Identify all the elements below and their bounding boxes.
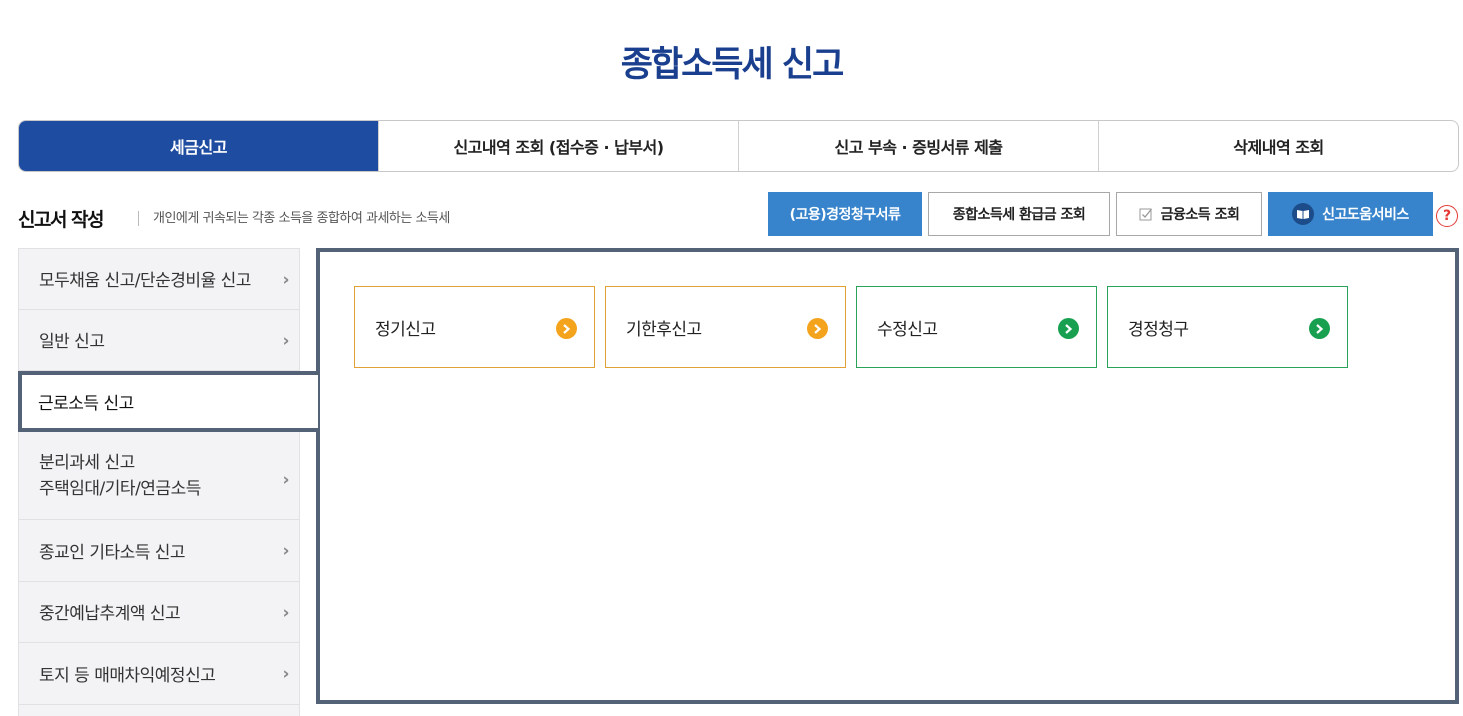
- amended-filing-card[interactable]: 수정신고: [856, 286, 1097, 368]
- help-service-label: 신고도움서비스: [1322, 207, 1409, 223]
- claim-documents-button[interactable]: (고용)경정청구서류: [768, 192, 922, 236]
- filing-side-menu: 모두채움 신고/단순경비율 신고 › 일반 신고 › 근로소득 신고 분리과세 …: [18, 248, 318, 716]
- side-item-label-line2: 주택임대/기타/연금소득: [39, 478, 201, 499]
- side-item-label-line1: 분리과세 신고: [39, 452, 135, 473]
- chevron-right-icon: ›: [282, 541, 289, 562]
- section-description: 개인에게 귀속되는 각종 소득을 종합하여 과세하는 소득세: [138, 211, 450, 226]
- side-item-separate-taxation[interactable]: 분리과세 신고 주택임대/기타/연금소득 ›: [18, 432, 300, 520]
- side-item-label: 분리과세 신고 주택임대/기타/연금소득: [39, 450, 201, 502]
- arrow-right-circle-icon: [556, 318, 577, 339]
- tab-filing-history[interactable]: 신고내역 조회 (접수증 · 납부서): [378, 121, 738, 171]
- side-item-interim-prepayment[interactable]: 중간예납추계액 신고 ›: [18, 581, 300, 643]
- side-item-religious-income[interactable]: 종교인 기타소득 신고 ›: [18, 520, 300, 582]
- chevron-right-icon: ›: [282, 664, 289, 685]
- filing-type-label: 정기신고: [375, 319, 436, 340]
- arrow-right-circle-icon: [1309, 318, 1330, 339]
- tab-supporting-docs[interactable]: 신고 부속 · 증빙서류 제출: [738, 121, 1098, 171]
- chevron-right-icon: ›: [282, 469, 289, 490]
- regular-filing-card[interactable]: 정기신고: [354, 286, 595, 368]
- side-item-full-fill-simple-expense[interactable]: 모두채움 신고/단순경비율 신고 ›: [18, 248, 300, 310]
- action-buttons: (고용)경정청구서류 종합소득세 환급금 조회 금융소득 조회 신고도움서비스: [768, 192, 1433, 236]
- side-item-label: 일반 신고: [39, 332, 105, 353]
- filing-type-label: 경정청구: [1128, 319, 1189, 340]
- chevron-right-icon: ›: [282, 602, 289, 623]
- help-service-button[interactable]: 신고도움서비스: [1268, 192, 1433, 236]
- financial-income-button[interactable]: 금융소득 조회: [1116, 192, 1262, 236]
- side-item-earned-income[interactable]: 근로소득 신고: [18, 371, 318, 432]
- help-question-icon[interactable]: ?: [1436, 205, 1458, 227]
- side-item-label: 근로소득 신고: [38, 394, 134, 414]
- checkbox-icon: [1139, 208, 1152, 221]
- side-item-label: 종교인 기타소득 신고: [39, 542, 186, 563]
- page-title: 종합소득세 신고: [620, 45, 845, 85]
- arrow-right-circle-icon: [1058, 318, 1079, 339]
- section-title: 신고서 작성: [18, 209, 105, 231]
- tab-tax-filing[interactable]: 세금신고: [19, 121, 378, 171]
- tab-deleted-history[interactable]: 삭제내역 조회: [1098, 121, 1458, 171]
- side-item-land-trade-gain[interactable]: 토지 등 매매차익예정신고 ›: [18, 643, 300, 705]
- filing-type-label: 수정신고: [877, 319, 938, 340]
- main-tabs: 세금신고 신고내역 조회 (접수증 · 납부서) 신고 부속 · 증빙서류 제출…: [18, 120, 1459, 172]
- refund-lookup-button[interactable]: 종합소득세 환급금 조회: [928, 192, 1110, 236]
- late-filing-card[interactable]: 기한후신고: [605, 286, 846, 368]
- side-item-label: 토지 등 매매차익예정신고: [39, 665, 216, 686]
- book-icon: [1292, 203, 1315, 225]
- side-item-label: 모두채움 신고/단순경비율 신고: [39, 271, 251, 292]
- chevron-right-icon: ›: [282, 330, 289, 351]
- chevron-right-icon: ›: [282, 269, 289, 290]
- side-item-label: 중간예납추계액 신고: [39, 604, 181, 625]
- arrow-right-circle-icon: [807, 318, 828, 339]
- correction-claim-card[interactable]: 경정청구: [1107, 286, 1348, 368]
- side-item-general-filing[interactable]: 일반 신고 ›: [18, 309, 300, 371]
- side-item-partial: [18, 704, 300, 716]
- financial-income-label: 금융소득 조회: [1160, 207, 1240, 223]
- filing-type-label: 기한후신고: [626, 319, 702, 340]
